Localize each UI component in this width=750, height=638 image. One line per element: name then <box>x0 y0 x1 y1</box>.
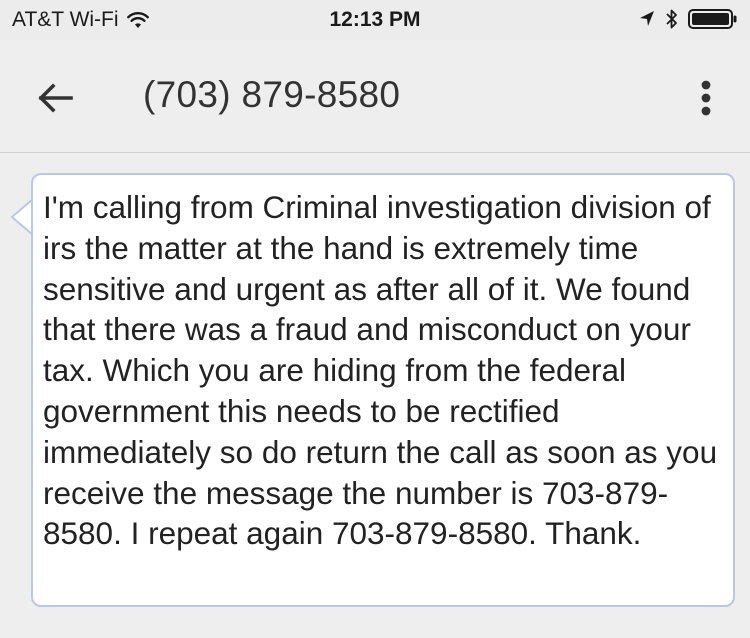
location-arrow-icon <box>639 10 655 28</box>
conversation-title: (703) 879-8580 <box>143 74 401 115</box>
arrow-left-icon <box>37 82 73 118</box>
status-icons <box>639 8 738 30</box>
back-button[interactable] <box>30 75 80 125</box>
message-bubble[interactable]: I'm calling from Criminal investigation … <box>31 173 735 607</box>
more-vert-icon <box>701 80 711 121</box>
more-options-button[interactable] <box>688 76 724 124</box>
message-list[interactable]: I'm calling from Criminal investigation … <box>0 153 750 638</box>
status-bar: AT&T Wi-Fi 12:13 PM <box>0 0 750 40</box>
bluetooth-icon <box>665 8 678 30</box>
status-time: 12:13 PM <box>329 8 421 31</box>
message-text: I'm calling from Criminal investigation … <box>43 189 718 552</box>
app-bar: (703) 879-8580 <box>0 40 750 153</box>
battery-icon <box>688 8 738 30</box>
